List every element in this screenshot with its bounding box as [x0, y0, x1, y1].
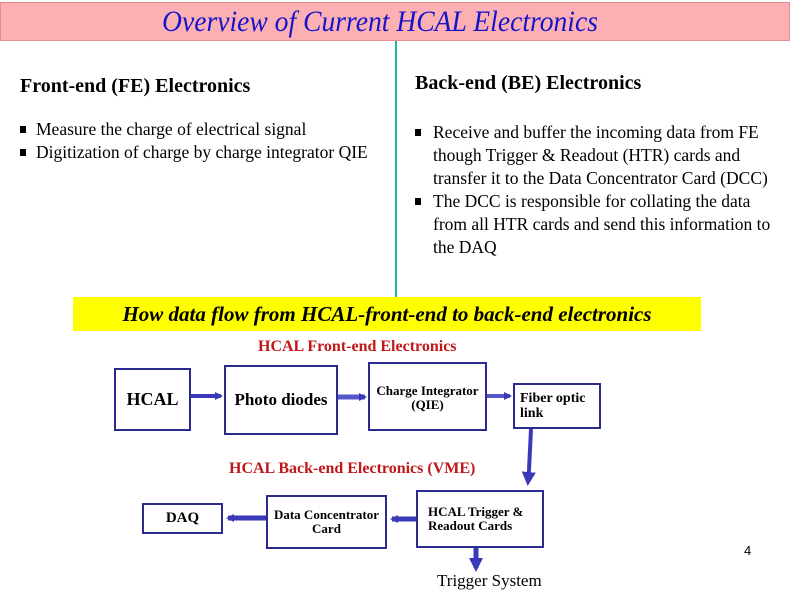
- trigger-system-label: Trigger System: [437, 571, 542, 590]
- column-divider: [395, 41, 397, 298]
- bullet-item: Digitization of charge by charge integra…: [18, 141, 390, 164]
- box-charge-integrator: Charge Integrator (QIE): [368, 362, 487, 431]
- back-end-bullets: Receive and buffer the incoming data fro…: [413, 121, 778, 259]
- bullet-square-icon: [20, 126, 26, 133]
- fe-section-label: HCAL Front-end Electronics: [258, 338, 457, 355]
- box-hcal: HCAL: [114, 368, 191, 431]
- bullet-square-icon: [415, 198, 421, 205]
- bullet-square-icon: [415, 129, 421, 136]
- front-end-heading: Front-end (FE) Electronics: [20, 75, 251, 97]
- bullet-item: Measure the charge of electrical signal: [18, 118, 390, 141]
- page-number: 4: [744, 543, 752, 558]
- bullet-item: The DCC is responsible for collating the…: [413, 190, 778, 259]
- box-htr-cards: HCAL Trigger & Readout Cards: [416, 490, 544, 548]
- box-fiber-optic-link: Fiber optic link: [513, 383, 601, 429]
- be-section-label: HCAL Back-end Electronics (VME): [229, 460, 476, 477]
- box-daq: DAQ: [142, 503, 223, 534]
- box-photo-diodes: Photo diodes: [224, 365, 338, 435]
- back-end-heading: Back-end (BE) Electronics: [415, 72, 642, 94]
- bullet-item: Receive and buffer the incoming data fro…: [413, 121, 778, 190]
- box-data-concentrator-card: Data Concentrator Card: [266, 495, 387, 549]
- arrow-fiber-to-htr: [521, 428, 536, 486]
- bullet-square-icon: [20, 149, 26, 156]
- front-end-bullets: Measure the charge of electrical signal …: [18, 118, 390, 164]
- slide-title: Overview of Current HCAL Electronics: [162, 5, 598, 38]
- flow-banner-text: How data flow from HCAL-front-end to bac…: [122, 302, 652, 326]
